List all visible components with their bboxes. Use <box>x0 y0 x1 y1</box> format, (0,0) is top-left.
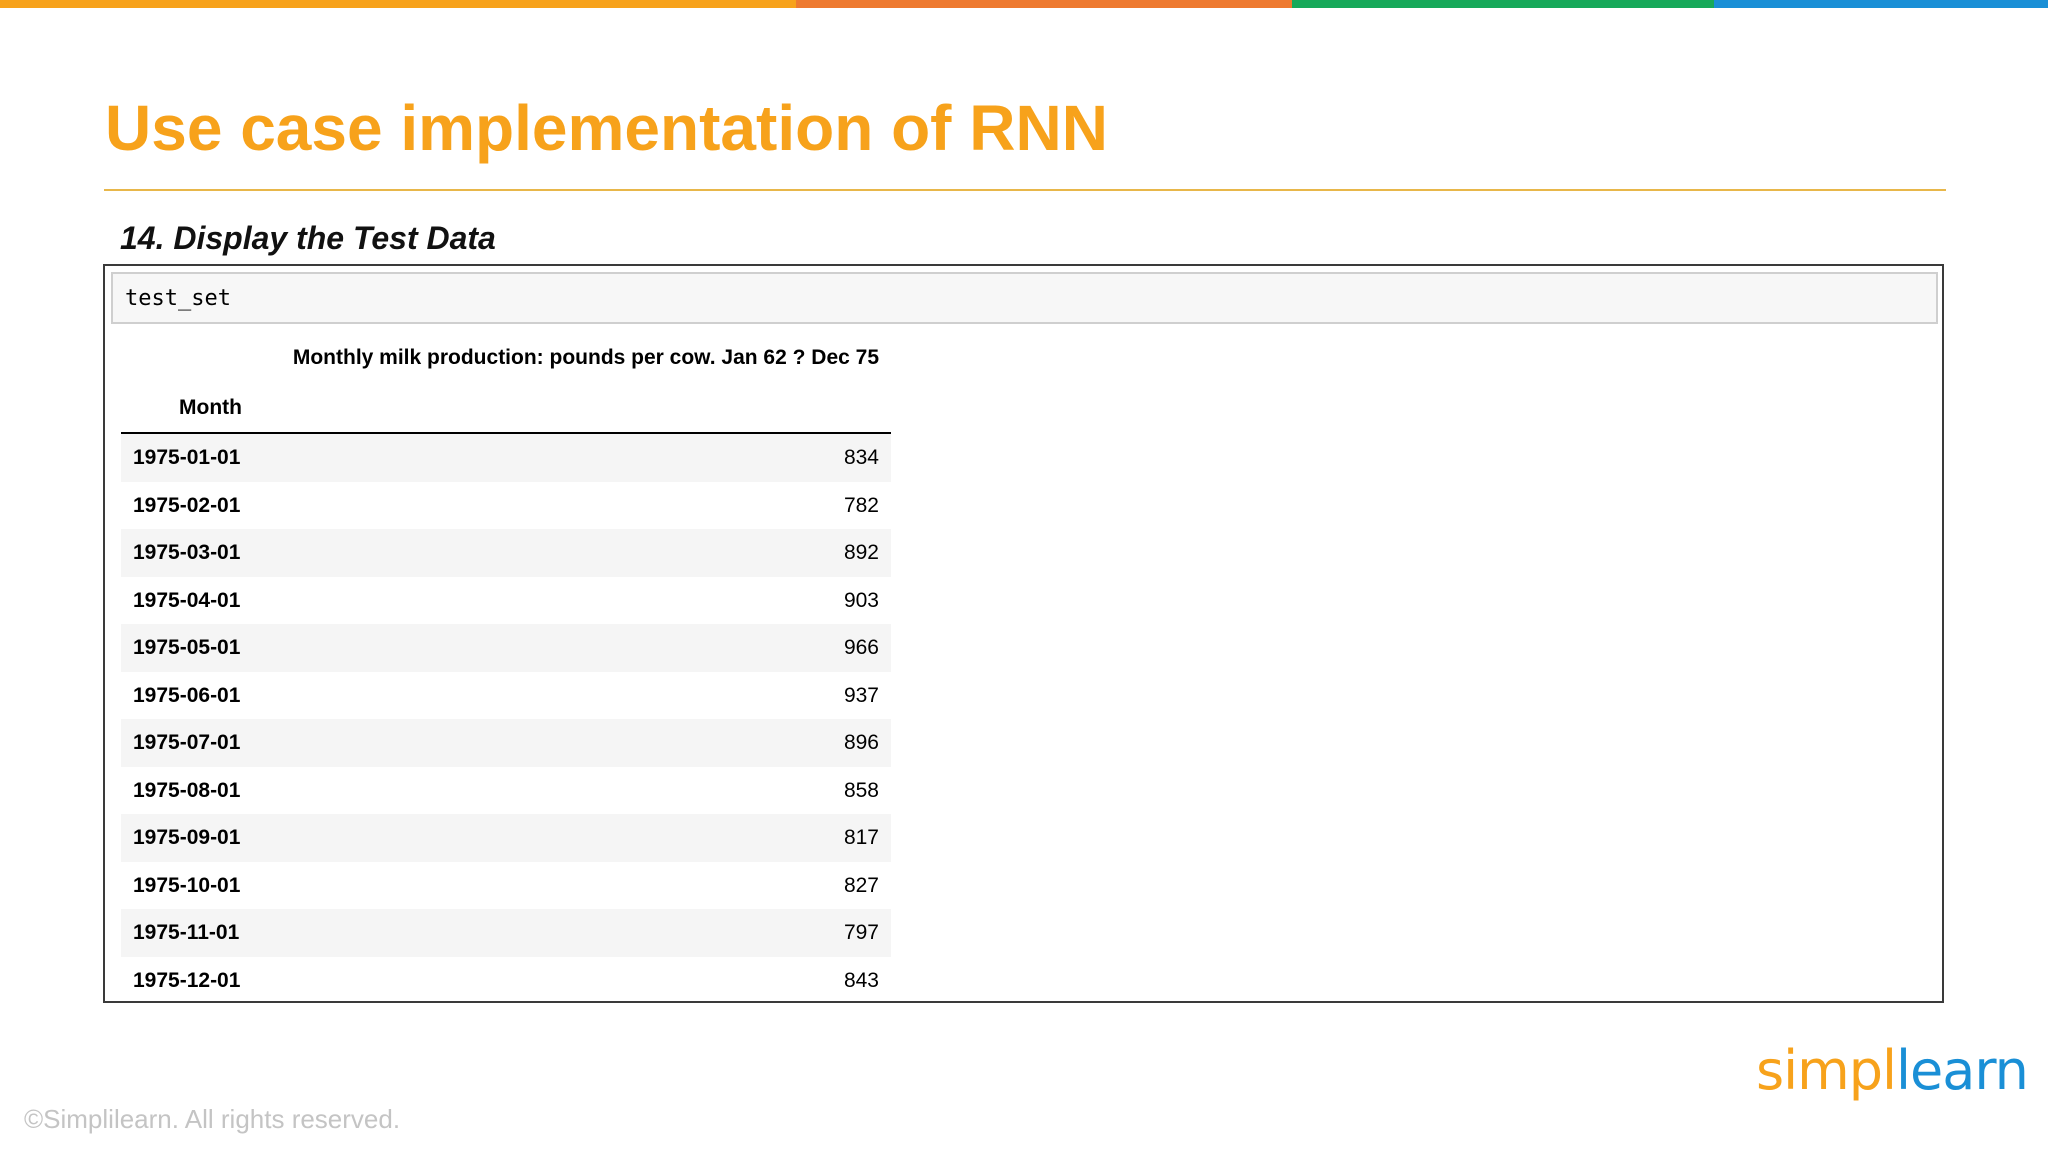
row-month: 1975-06-01 <box>133 683 241 707</box>
column-header: Monthly milk production: pounds per cow.… <box>292 346 879 369</box>
slide: Use case implementation of RNN 14. Displ… <box>0 0 2048 1152</box>
row-month: 1975-01-01 <box>133 446 241 469</box>
bar-segment-orange <box>0 0 796 8</box>
notebook-panel: test_set Monthly milk production: pounds… <box>103 264 1944 1003</box>
table-row: 1975-11-01 797 <box>121 909 891 957</box>
table-row: 1975-12-01 843 <box>121 957 891 1005</box>
code-text: test_set <box>125 286 231 311</box>
bar-segment-blue <box>1714 0 2048 8</box>
table-row: 1975-01-01 834 <box>121 434 891 482</box>
row-month: 1975-11-01 <box>133 921 240 944</box>
slide-subtitle: 14. Display the Test Data <box>120 220 496 256</box>
table-row: 1975-02-01 782 <box>121 482 891 530</box>
row-value: 817 <box>843 826 879 849</box>
table-row: 1975-03-01 892 <box>121 529 891 577</box>
row-month: 1975-07-01 <box>133 731 241 754</box>
table-row: 1975-06-01 937 <box>121 672 891 720</box>
row-value: 858 <box>843 778 879 802</box>
row-month: 1975-04-01 <box>133 588 241 612</box>
row-value: 782 <box>843 493 879 517</box>
row-month: 1975-03-01 <box>133 541 241 564</box>
row-value: 834 <box>843 446 879 469</box>
index-header-row: Month <box>121 384 891 434</box>
column-header-row: Monthly milk production: pounds per cow.… <box>121 336 891 384</box>
row-month: 1975-09-01 <box>133 826 241 849</box>
index-header: Month <box>179 396 242 419</box>
logo-text-learn: learn <box>1896 1039 2029 1102</box>
row-value: 903 <box>843 588 879 612</box>
copyright-notice: ©Simplilearn. All rights reserved. <box>24 1104 401 1134</box>
code-cell[interactable]: test_set <box>111 272 1938 324</box>
row-month: 1975-08-01 <box>133 778 241 802</box>
simplilearn-logo: simpllearn <box>1756 1036 2029 1106</box>
row-value: 797 <box>843 921 879 944</box>
table-body: 1975-01-01 834 1975-02-01 782 1975-03-01 892 1… <box>121 434 891 1004</box>
table-row: 1975-09-01 817 <box>121 814 891 862</box>
table-row: 1975-07-01 896 <box>121 719 891 767</box>
row-value: 937 <box>843 683 879 707</box>
title-divider <box>104 189 1946 191</box>
row-month: 1975-05-01 <box>133 636 241 659</box>
row-value: 827 <box>843 873 879 897</box>
slide-title: Use case implementation of RNN <box>105 92 1108 164</box>
logo-text-simpl: simpl <box>1756 1039 1897 1102</box>
row-value: 966 <box>843 636 879 659</box>
row-month: 1975-02-01 <box>133 493 241 517</box>
bar-segment-dark-orange <box>796 0 1292 8</box>
table-row: 1975-04-01 903 <box>121 577 891 625</box>
table-row: 1975-10-01 827 <box>121 862 891 910</box>
bar-segment-green <box>1292 0 1714 8</box>
row-value: 843 <box>843 968 879 992</box>
row-value: 896 <box>843 731 879 754</box>
row-month: 1975-10-01 <box>133 873 241 897</box>
table-row: 1975-05-01 966 <box>121 624 891 672</box>
dataframe-table: Monthly milk production: pounds per cow.… <box>121 336 891 1004</box>
table-row: 1975-08-01 858 <box>121 767 891 815</box>
row-month: 1975-12-01 <box>133 968 241 992</box>
top-color-bar <box>0 0 2048 8</box>
row-value: 892 <box>843 541 879 564</box>
